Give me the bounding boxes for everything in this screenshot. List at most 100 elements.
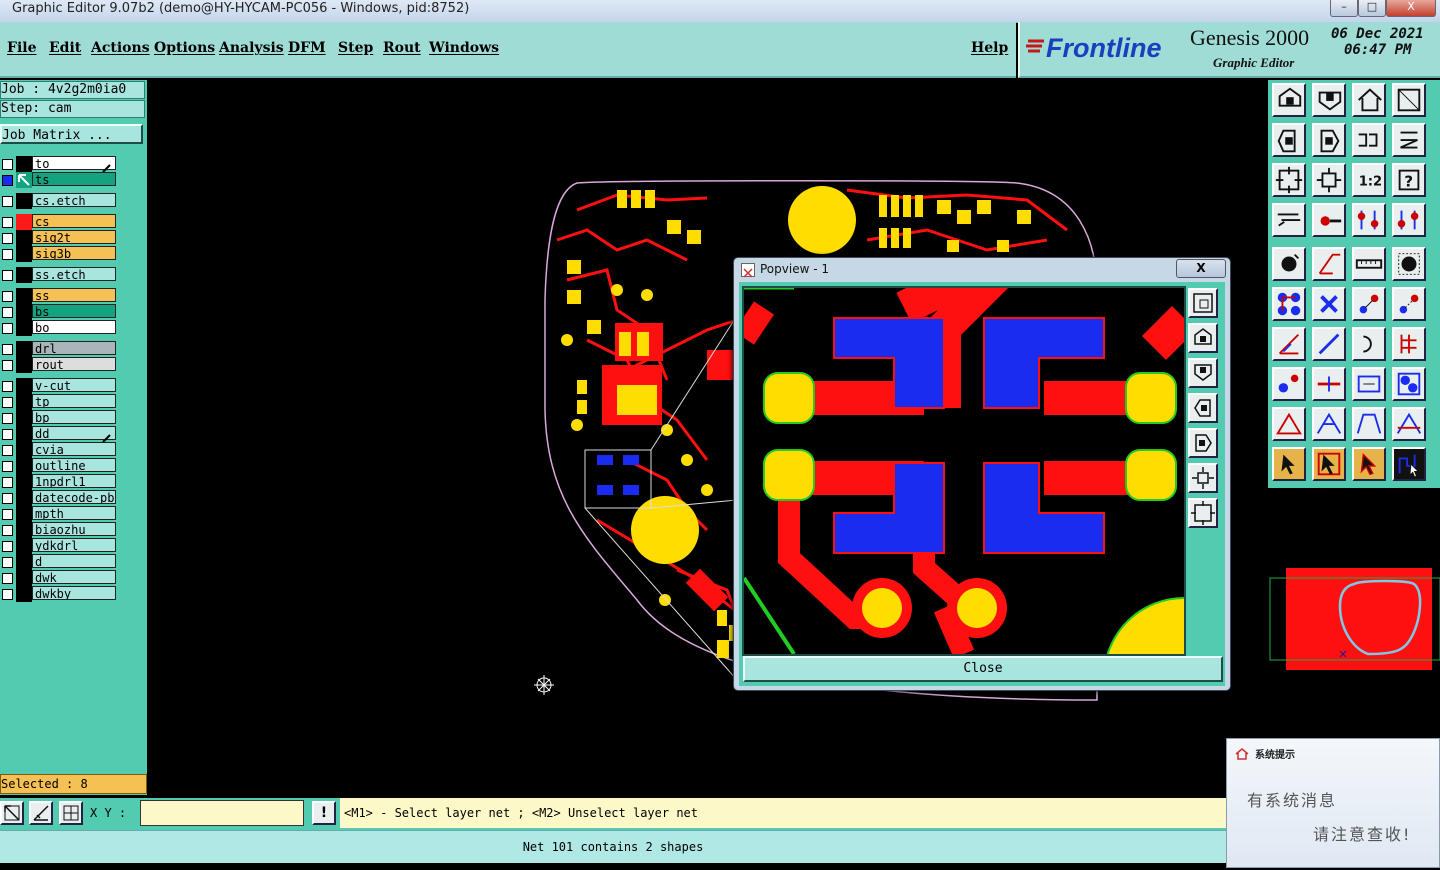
snap-icon[interactable] (1312, 203, 1346, 237)
menu-rout[interactable]: Rout (383, 40, 421, 56)
help-icon[interactable]: ? (1392, 163, 1426, 197)
layer-checkbox[interactable] (2, 461, 13, 472)
add-circle-icon[interactable] (1392, 247, 1426, 281)
layer-checkbox[interactable] (2, 557, 13, 568)
zoom-out-icon[interactable] (1312, 163, 1346, 197)
layer-row-ss[interactable]: ss (0, 288, 116, 304)
overview-panel[interactable] (1268, 488, 1440, 738)
layer-checkbox[interactable] (2, 159, 13, 170)
menu-dfm[interactable]: DFM (288, 40, 326, 56)
home-icon[interactable] (1352, 83, 1386, 117)
layer-row-1npdrl1[interactable]: 1npdrl1 (0, 474, 116, 490)
popview-pan-left-icon[interactable] (1188, 393, 1218, 423)
layer-checkbox[interactable] (2, 291, 13, 302)
layer-row-to[interactable]: to (0, 156, 116, 173)
layer-checkbox[interactable] (2, 307, 13, 318)
polygon2-icon[interactable] (1312, 407, 1346, 441)
layer-checkbox[interactable] (2, 323, 13, 334)
layer-row-v-cut[interactable]: v-cut (0, 378, 116, 394)
menu-help[interactable]: Help (971, 40, 1008, 56)
pan-down-icon[interactable] (1312, 83, 1346, 117)
one-to-one-icon[interactable]: 1:2 (1352, 163, 1386, 197)
layer-row-ydkdrl[interactable]: ydkdrl (0, 538, 116, 554)
layer-row-outline[interactable]: outline (0, 458, 116, 474)
layer-checkbox[interactable] (2, 493, 13, 504)
popview-zoom-out-icon[interactable] (1188, 463, 1218, 493)
layer-row-bo[interactable]: bo (0, 320, 116, 336)
menu-analysis[interactable]: Analysis (219, 40, 284, 56)
menu-options[interactable]: Options (154, 40, 215, 56)
measure-angle-icon[interactable] (29, 801, 53, 825)
add-net-icon[interactable] (1272, 287, 1306, 321)
popview-close-icon[interactable]: X (1176, 259, 1226, 278)
menu-actions[interactable]: Actions (91, 40, 150, 56)
zoom-in-icon[interactable] (1272, 163, 1306, 197)
menu-step[interactable]: Step (338, 40, 373, 56)
popview-close-button[interactable]: Close (743, 656, 1223, 682)
polygon3-icon[interactable] (1352, 407, 1386, 441)
layer-checkbox[interactable] (2, 541, 13, 552)
net-connect-icon[interactable] (1392, 203, 1426, 237)
menu-windows[interactable]: Windows (429, 40, 499, 56)
zoom-window-icon[interactable] (1392, 83, 1426, 117)
resize-icon[interactable] (1272, 367, 1306, 401)
layer-checkbox[interactable] (2, 525, 13, 536)
layer-row-rout[interactable]: rout (0, 357, 116, 373)
pan-right-icon[interactable] (1312, 123, 1346, 157)
layer-row-bs[interactable]: bs (0, 304, 116, 320)
layer-checkbox[interactable] (2, 397, 13, 408)
menu-edit[interactable]: Edit (49, 40, 81, 56)
redraw-icon[interactable] (1352, 123, 1386, 157)
layer-row-ts[interactable]: ts (0, 172, 116, 188)
layer-row-ss.etch[interactable]: ss.etch (0, 267, 116, 283)
xy-input[interactable] (140, 800, 304, 826)
layer-checkbox[interactable] (2, 381, 13, 392)
select-icon[interactable] (1272, 447, 1306, 481)
layer-checkbox[interactable] (2, 360, 13, 371)
layer-checkbox[interactable] (2, 573, 13, 584)
layer-checkbox[interactable] (2, 429, 13, 440)
stretch-icon[interactable] (1352, 367, 1386, 401)
arc-icon[interactable] (1352, 327, 1386, 361)
maximize-button[interactable]: □ (1358, 0, 1386, 17)
menu-file[interactable]: File (7, 40, 36, 56)
layer-checkbox[interactable] (2, 175, 13, 186)
flip-icon[interactable] (1312, 367, 1346, 401)
add-pad-icon[interactable] (1272, 247, 1306, 281)
layer-checkbox[interactable] (2, 413, 13, 424)
layer-row-bp[interactable]: bp (0, 410, 116, 426)
polygon4-icon[interactable] (1392, 407, 1426, 441)
add-line-icon[interactable] (1312, 247, 1346, 281)
layer-row-mpth[interactable]: mpth (0, 506, 116, 522)
warning-button[interactable]: ! (312, 801, 336, 825)
layer-row-biaozhu[interactable]: biaozhu (0, 522, 116, 538)
minimize-button[interactable]: – (1330, 0, 1358, 17)
popview-fit-window-icon[interactable] (1188, 288, 1218, 318)
layer-row-d[interactable]: d (0, 554, 116, 570)
layer-row-sig3b[interactable]: sig3b (0, 246, 116, 262)
select-feature-icon[interactable] (1352, 447, 1386, 481)
layer-row-dwk[interactable]: dwk (0, 570, 116, 586)
measure-icon[interactable] (1272, 203, 1306, 237)
popview-pan-right-icon[interactable] (1188, 428, 1218, 458)
layer-checkbox[interactable] (2, 270, 13, 281)
close-window-button[interactable]: X (1386, 0, 1436, 17)
pan-up-icon[interactable] (1272, 83, 1306, 117)
layer-checkbox[interactable] (2, 217, 13, 228)
layer-row-cs.etch[interactable]: cs.etch (0, 193, 116, 209)
zoom-box-icon[interactable] (0, 801, 24, 825)
copy-icon[interactable] (1392, 287, 1426, 321)
system-notification[interactable]: 系统提示 有系统消息 请注意查收! (1226, 738, 1440, 868)
layer-checkbox[interactable] (2, 589, 13, 600)
layer-checkbox[interactable] (2, 344, 13, 355)
layer-checkbox[interactable] (2, 249, 13, 260)
popview-canvas[interactable] (742, 286, 1186, 656)
layer-checkbox[interactable] (2, 196, 13, 207)
layer-row-datecode-pbc[interactable]: datecode-pbc (0, 490, 116, 506)
move-icon[interactable] (1352, 287, 1386, 321)
layer-checkbox[interactable] (2, 477, 13, 488)
select-net-icon[interactable] (1312, 447, 1346, 481)
ruler-icon[interactable] (1352, 247, 1386, 281)
layer-row-cs[interactable]: cs (0, 214, 116, 230)
split-icon[interactable] (1392, 327, 1426, 361)
